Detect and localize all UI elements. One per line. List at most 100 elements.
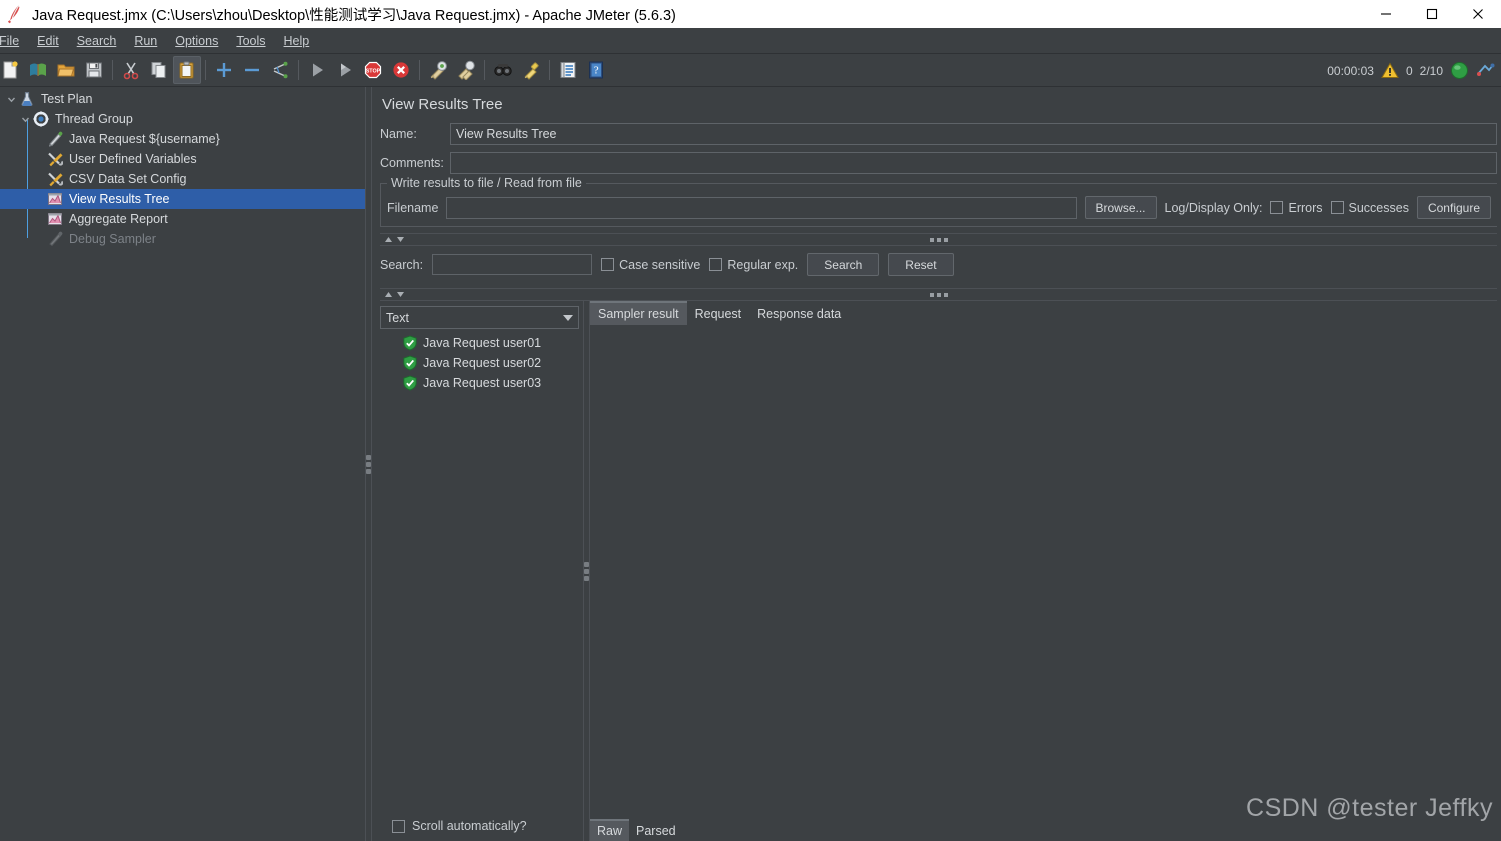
list-item[interactable]: Java Request user03	[380, 373, 583, 393]
tree-item-view-results-tree[interactable]: View Results Tree	[0, 189, 365, 209]
successes-checkbox[interactable]	[1330, 201, 1344, 214]
collapse-arrows-upper[interactable]	[384, 236, 405, 243]
name-input[interactable]	[450, 123, 1497, 145]
save-icon[interactable]	[80, 56, 108, 84]
tab-sampler-result[interactable]: Sampler result	[590, 301, 687, 325]
tree-item-user-defined-variables[interactable]: User Defined Variables	[0, 149, 365, 169]
regular-exp-checkbox[interactable]	[709, 258, 723, 271]
tree-item-test-plan[interactable]: Test Plan	[0, 89, 365, 109]
regular-exp-wrap[interactable]: Regular exp.	[709, 258, 798, 272]
thread-group-icon	[32, 110, 50, 128]
cut-icon[interactable]	[117, 56, 145, 84]
case-sensitive-checkbox[interactable]	[601, 258, 615, 271]
menu-run[interactable]: Run	[125, 31, 166, 51]
reset-button[interactable]: Reset	[888, 253, 954, 276]
collapse-bar-lower[interactable]	[380, 288, 1497, 301]
successes-checkbox-wrap[interactable]: Successes	[1330, 201, 1409, 215]
toggle-icon[interactable]	[266, 56, 294, 84]
tab-response-data[interactable]: Response data	[749, 303, 849, 325]
results-splitter[interactable]	[583, 301, 590, 841]
results-splitter-grip[interactable]	[584, 561, 589, 581]
scroll-automatically-label: Scroll automatically?	[412, 819, 527, 833]
green-circle-icon	[1450, 61, 1469, 80]
collapse-dots-upper[interactable]	[930, 237, 948, 242]
clear-all-icon[interactable]	[452, 56, 480, 84]
clear-icon[interactable]	[424, 56, 452, 84]
stop-icon[interactable]: STOP	[359, 56, 387, 84]
menu-edit[interactable]: Edit	[28, 31, 68, 51]
tree-item-user-defined-variables-label: User Defined Variables	[69, 152, 197, 166]
write-results-groupbox: Write results to file / Read from file F…	[380, 176, 1497, 227]
collapse-bar-upper[interactable]	[380, 233, 1497, 246]
menu-edit-label: Edit	[37, 33, 59, 48]
result-detail-content[interactable]	[590, 325, 1501, 819]
menu-file-label: File	[0, 33, 20, 48]
start-no-pauses-icon[interactable]	[331, 56, 359, 84]
test-plan-tree[interactable]: Test Plan Thread Group Java Request ${us…	[0, 87, 365, 841]
search-icon[interactable]	[489, 56, 517, 84]
tab-raw[interactable]: Raw	[590, 819, 630, 841]
collapse-all-icon[interactable]	[238, 56, 266, 84]
menu-run-label: Run	[134, 33, 158, 48]
tree-item-debug-sampler[interactable]: Debug Sampler	[0, 229, 365, 249]
paste-icon[interactable]	[173, 56, 201, 84]
window-titlebar: Java Request.jmx (C:\Users\zhou\Desktop\…	[0, 0, 1501, 28]
menu-tools[interactable]: Tools	[227, 31, 274, 51]
list-item[interactable]: Java Request user02	[380, 353, 583, 373]
list-item[interactable]: Java Request user01	[380, 333, 583, 353]
case-sensitive-wrap[interactable]: Case sensitive	[601, 258, 700, 272]
comments-input[interactable]	[450, 152, 1497, 174]
search-button[interactable]: Search	[807, 253, 880, 276]
menu-file[interactable]: File	[0, 31, 28, 51]
collapse-dots-lower[interactable]	[930, 292, 948, 297]
search-input[interactable]	[432, 254, 593, 275]
chevron-down-icon[interactable]	[18, 109, 32, 129]
chevron-down-icon[interactable]	[4, 89, 18, 109]
errors-checkbox[interactable]	[1270, 201, 1284, 214]
main-splitter[interactable]	[365, 87, 372, 841]
templates-icon[interactable]	[24, 56, 52, 84]
search-reset-icon[interactable]	[517, 56, 545, 84]
tree-item-java-request[interactable]: Java Request ${username}	[0, 129, 365, 149]
sample-result-list[interactable]: Java Request user01 Java Request user02 …	[380, 329, 583, 819]
collapse-arrows-lower[interactable]	[384, 291, 405, 298]
copy-icon[interactable]	[145, 56, 173, 84]
errors-checkbox-wrap[interactable]: Errors	[1270, 201, 1323, 215]
menu-help[interactable]: Help	[275, 31, 319, 51]
tab-request[interactable]: Request	[687, 303, 750, 325]
warning-triangle-icon[interactable]	[1381, 62, 1399, 79]
results-area: Text Java Request user01 Java Request us…	[380, 301, 1501, 841]
browse-button[interactable]: Browse...	[1084, 196, 1157, 219]
test-plan-icon	[18, 90, 36, 108]
expand-all-icon[interactable]	[210, 56, 238, 84]
scroll-automatically-checkbox[interactable]	[392, 819, 405, 833]
help-icon[interactable]: ?	[582, 56, 610, 84]
shutdown-icon[interactable]	[387, 56, 415, 84]
scroll-automatically-wrap[interactable]: Scroll automatically?	[380, 819, 583, 841]
new-icon[interactable]	[0, 56, 24, 84]
close-button[interactable]	[1455, 0, 1501, 28]
remote-engines-icon[interactable]	[1476, 61, 1495, 80]
maximize-button[interactable]	[1409, 0, 1455, 28]
tree-item-thread-group[interactable]: Thread Group	[0, 109, 365, 129]
filename-input[interactable]	[446, 196, 1077, 219]
tree-item-aggregate-report[interactable]: Aggregate Report	[0, 209, 365, 229]
tab-parsed[interactable]: Parsed	[629, 821, 683, 841]
renderer-select[interactable]: Text	[380, 306, 579, 329]
toolbar-separator-3	[298, 60, 299, 80]
splitter-grip[interactable]	[366, 454, 371, 474]
configure-button[interactable]: Configure	[1416, 196, 1491, 219]
menu-search[interactable]: Search	[68, 31, 126, 51]
function-helper-icon[interactable]	[554, 56, 582, 84]
chevron-down-icon[interactable]	[563, 314, 573, 321]
open-icon[interactable]	[52, 56, 80, 84]
start-icon[interactable]	[303, 56, 331, 84]
svg-text:STOP: STOP	[366, 69, 381, 75]
search-row: Search: Case sensitive Regular exp. Sear…	[372, 246, 1501, 282]
active-threads-count: 2/10	[1419, 63, 1443, 78]
listener-icon	[46, 190, 64, 208]
minimize-button[interactable]	[1363, 0, 1409, 28]
menu-options[interactable]: Options	[166, 31, 227, 51]
success-shield-icon	[402, 375, 418, 391]
tree-item-csv-data-set-config[interactable]: CSV Data Set Config	[0, 169, 365, 189]
